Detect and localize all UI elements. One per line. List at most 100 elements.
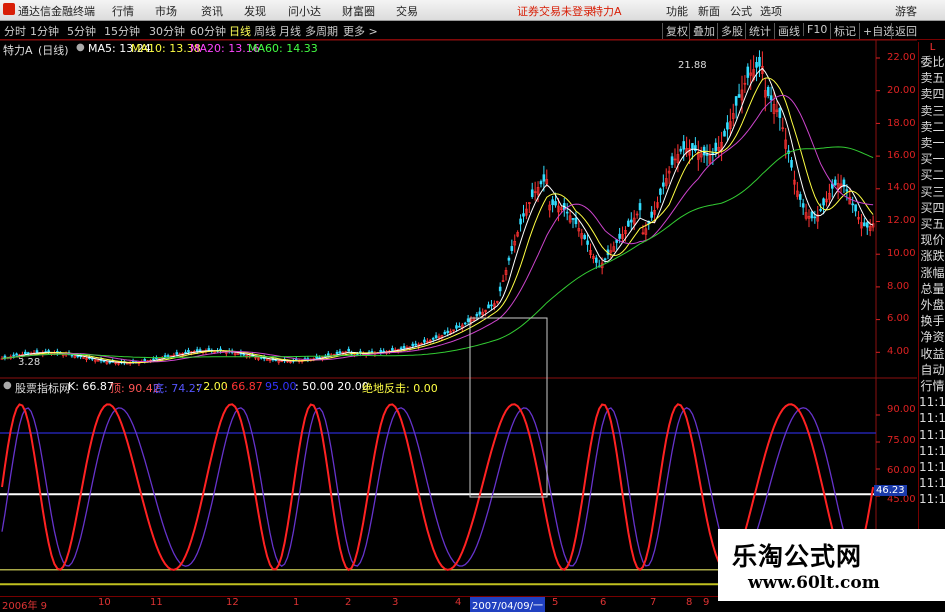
candle-body <box>76 355 80 358</box>
date-label: 1 <box>293 597 300 608</box>
quote-sidebar: L 委比 卖五 卖四 卖三 卖二 卖一 买一 买二 买三 买四 买五 现价 涨跌… <box>918 42 945 582</box>
settings-icon[interactable]: ● <box>3 380 12 391</box>
sidebar-buy1[interactable]: 买一 <box>919 151 945 167</box>
candle-body <box>24 351 27 355</box>
candle-body <box>487 304 490 309</box>
price-tick: 10.00 <box>887 248 916 259</box>
date-label: 5 <box>552 597 559 608</box>
candle-body <box>187 350 190 353</box>
date-label: 2 <box>345 597 352 608</box>
candle-body <box>798 194 802 200</box>
candle-body <box>175 352 179 355</box>
price-tick: 18.00 <box>887 118 916 129</box>
candle-body <box>490 304 493 307</box>
ma-info-line: 特力A (日线) ● MA5: 13.24 MA10: 13.38 MA20: … <box>0 41 945 57</box>
candle-body <box>12 354 15 357</box>
candle-body <box>184 351 187 354</box>
candle-body <box>143 359 147 362</box>
candle-body <box>854 204 857 212</box>
date-label: 3 <box>392 597 399 608</box>
candle-body <box>498 286 502 292</box>
candle-body <box>391 348 394 351</box>
sidebar-sell3[interactable]: 卖三 <box>919 103 945 119</box>
candle-body <box>102 360 106 363</box>
sidebar-netasset[interactable]: 净资 <box>919 329 945 345</box>
value-95: 95.00 <box>265 380 297 393</box>
candle-body <box>851 203 854 206</box>
sidebar-turnover[interactable]: 换手 <box>919 313 945 329</box>
sidebar-sell5[interactable]: 卖五 <box>919 70 945 86</box>
kline-chart[interactable] <box>0 0 945 609</box>
stock-label: 特力A <box>3 44 33 57</box>
sidebar-time: 11:1 <box>919 411 945 426</box>
candle-body <box>163 355 167 358</box>
candle-body <box>711 152 715 155</box>
date-label: 8 <box>686 597 693 608</box>
sidebar-market[interactable]: 行情 <box>919 378 945 394</box>
value-2: : 2.00 <box>196 380 228 393</box>
candle-body <box>539 181 543 185</box>
candle-body <box>595 257 598 263</box>
candle-body <box>411 343 415 347</box>
price-tick: 4.00 <box>887 346 910 357</box>
candle-body <box>402 345 406 349</box>
sidebar-buy4[interactable]: 买四 <box>919 200 945 216</box>
candle-body <box>522 213 525 217</box>
date-label: 10 <box>98 597 111 608</box>
price-tick: 6.00 <box>887 313 910 324</box>
candle-body <box>423 339 426 343</box>
indicator-name[interactable]: 股票指标网 <box>15 380 70 396</box>
sidebar-income[interactable]: 收益 <box>919 346 945 362</box>
candle-body <box>463 322 467 325</box>
indicator-tick: 60.00 <box>887 465 916 476</box>
sidebar-price[interactable]: 现价 <box>919 232 945 248</box>
candle-body <box>530 189 534 197</box>
candle-body <box>746 66 750 78</box>
candle-body <box>659 188 662 195</box>
sidebar-outer[interactable]: 外盘 <box>919 297 945 313</box>
sidebar-buy2[interactable]: 买二 <box>919 167 945 183</box>
candle-body <box>542 174 546 182</box>
sidebar-sell1[interactable]: 卖一 <box>919 135 945 151</box>
candle-body <box>166 355 170 357</box>
candle-body <box>755 62 758 68</box>
sidebar-time: 11:1 <box>919 476 945 491</box>
candle-body <box>198 349 202 352</box>
candle-body <box>519 218 522 225</box>
candle-body <box>35 350 39 353</box>
gear-icon[interactable]: ● <box>76 42 85 53</box>
sidebar-buy5[interactable]: 买五 <box>919 216 945 232</box>
candle-body <box>399 347 403 350</box>
sidebar-volume[interactable]: 总量 <box>919 281 945 297</box>
indicator-info-line: ● 股票指标网 K: 66.87 顶: 90.42 底: 74.27 : 2.0… <box>0 380 945 396</box>
candle-body <box>737 94 741 98</box>
candle-body <box>766 86 770 97</box>
sidebar-sell4[interactable]: 卖四 <box>919 86 945 102</box>
candle-body <box>691 143 694 150</box>
sidebar-time: 11:1 <box>919 460 945 475</box>
sidebar-auto[interactable]: 自动 <box>919 362 945 378</box>
candle-body <box>845 189 849 192</box>
candle-body <box>618 233 621 239</box>
candle-body <box>108 361 112 364</box>
candle-body <box>335 351 339 354</box>
sidebar-buy3[interactable]: 买三 <box>919 184 945 200</box>
candle-body <box>434 335 438 339</box>
candle-body <box>347 348 350 352</box>
price-tick: 20.00 <box>887 85 916 96</box>
candle-body <box>778 107 782 118</box>
sidebar-pct[interactable]: 涨幅 <box>919 265 945 281</box>
candle-body <box>507 257 511 261</box>
date-label: 4 <box>455 597 462 608</box>
sidebar-change[interactable]: 涨跌 <box>919 248 945 264</box>
candle-body <box>819 209 822 211</box>
sidebar-weibi[interactable]: 委比 <box>919 54 945 70</box>
candle-body <box>431 338 435 340</box>
candle-body <box>152 358 155 361</box>
candle-body <box>822 198 825 206</box>
candle-body <box>446 330 450 333</box>
candle-body <box>70 354 74 357</box>
candle-body <box>679 148 683 152</box>
candle-body <box>551 199 554 206</box>
sidebar-sell2[interactable]: 卖二 <box>919 119 945 135</box>
